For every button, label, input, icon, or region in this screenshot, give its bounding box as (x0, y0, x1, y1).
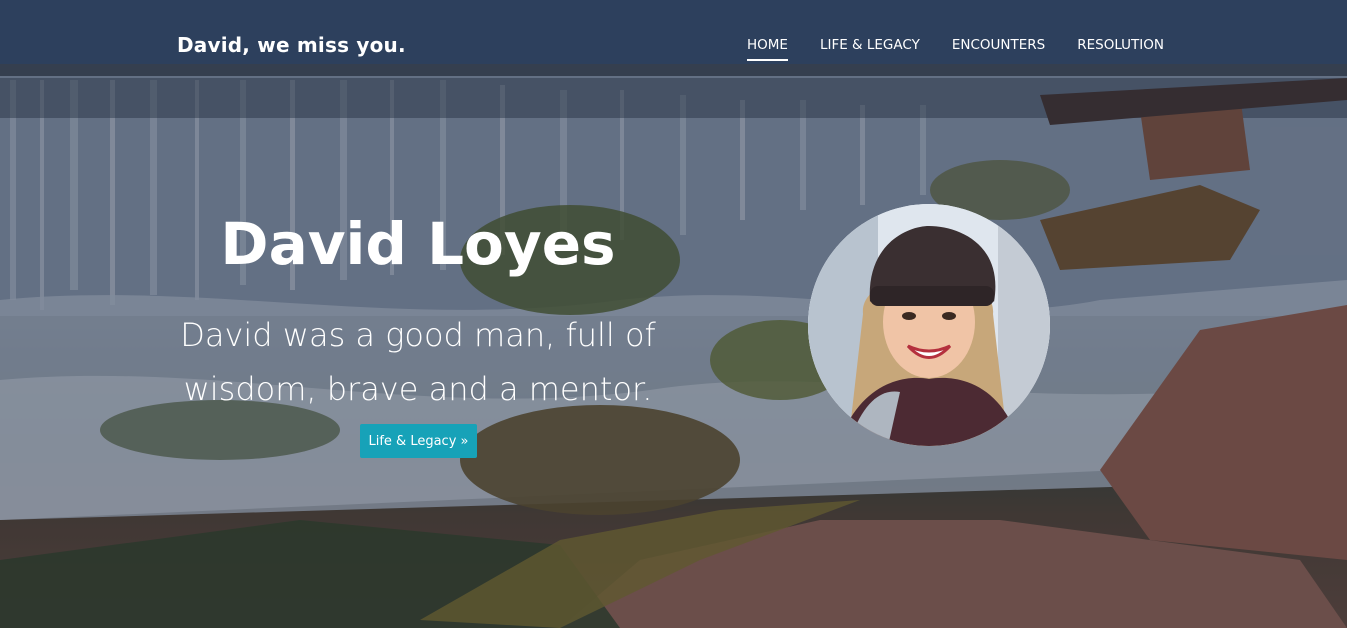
hero-subtitle: David was a good man, full of wisdom, br… (180, 316, 656, 408)
hero-section: David, we miss you. HOME LIFE & LEGACY E… (0, 0, 1347, 628)
nav-item-resolution[interactable]: RESOLUTION (1077, 37, 1164, 53)
nav-item-encounters[interactable]: ENCOUNTERS (952, 37, 1045, 53)
profile-photo (808, 204, 1050, 446)
nav-item-home[interactable]: HOME (747, 37, 788, 61)
life-legacy-button[interactable]: Life & Legacy » (360, 424, 477, 458)
main-nav: HOME LIFE & LEGACY ENCOUNTERS RESOLUTION (747, 37, 1164, 61)
nav-item-life-legacy[interactable]: LIFE & LEGACY (820, 37, 920, 53)
navbar-brand[interactable]: David, we miss you. (177, 33, 406, 57)
hero-title: David Loyes (220, 210, 616, 278)
